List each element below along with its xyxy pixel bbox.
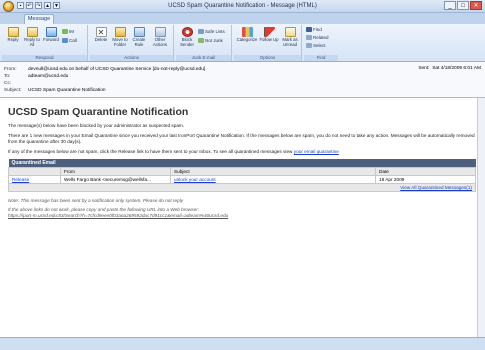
categorize-icon	[241, 27, 253, 37]
message-heading: UCSD Spam Quarantine Notification	[8, 106, 189, 118]
block-sender-button[interactable]: Block Sender	[178, 27, 196, 47]
details-paragraph: There are 1 new messages in your Email Q…	[8, 133, 475, 144]
other-actions-button[interactable]: Other Actions	[149, 27, 171, 47]
sent-row: Sent: Sat 4/18/2009 6:01 AM	[418, 66, 481, 71]
related-icon	[306, 35, 312, 41]
reply-icon	[7, 27, 19, 37]
table-caption: Quarantined Email	[8, 159, 476, 168]
group-label-actions: Actions	[90, 55, 173, 61]
quarantine-url-link[interactable]: https://iport-m.ucsd.edu:83/Search?h=7cf…	[8, 213, 476, 219]
delete-icon: ✕	[95, 27, 107, 37]
not-junk-icon	[198, 38, 204, 44]
reply-all-button[interactable]: Reply to All	[23, 27, 41, 47]
quarantine-link[interactable]: your email quarantine	[294, 149, 339, 154]
column-header-subject: Subject	[170, 167, 376, 176]
message-body: UCSD Spam Quarantine Notification The me…	[0, 98, 485, 337]
ribbon: Reply Reply to All Forward IM Call Respo…	[0, 24, 485, 62]
forward-icon	[45, 27, 57, 37]
quarantine-table: Quarantined Email From Subject Date Rele…	[8, 159, 476, 192]
call-icon	[62, 38, 68, 44]
tab-message[interactable]: Message	[24, 14, 54, 24]
vertical-scrollbar[interactable]	[477, 98, 485, 337]
title-bar: ▪ ↶ ↷ ▲ ▼ UCSD Spam Quarantine Notificat…	[0, 0, 485, 13]
subject-row: Subject: UCSD Spam Quarantine Notificatio…	[4, 88, 106, 93]
reply-button[interactable]: Reply	[4, 27, 22, 43]
envelope-icon	[284, 27, 296, 37]
table-row: Release Wells Fargo Bank <securemsg@well…	[8, 175, 476, 184]
junk-group: Block Sender Safe Lists Not Junk Junk E-…	[176, 25, 232, 61]
binoculars-icon	[306, 27, 312, 33]
safe-lists-icon	[198, 29, 204, 35]
find-group: Find Related Select Find	[304, 25, 338, 61]
intro-paragraph: The message(s) below have been blocked b…	[8, 123, 185, 128]
im-icon	[62, 29, 68, 35]
actions-group: ✕ Delete Move to Folder Create Rule Othe…	[90, 25, 174, 61]
respond-group: Reply Reply to All Forward IM Call Respo…	[2, 25, 88, 61]
ribbon-tabs: Message	[0, 13, 485, 24]
row-date: 18 Apr 2009	[375, 175, 476, 184]
subject-value: UCSD Spam Quarantine Notification	[28, 88, 106, 93]
group-label-respond: Respond	[2, 55, 87, 61]
mark-unread-button[interactable]: Mark as Unread	[280, 27, 300, 47]
row-from: Wells Fargo Bank <securemsg@wellsfa...	[60, 175, 171, 184]
to-row: To: adteam@ucsd.edu	[4, 74, 69, 79]
status-bar	[0, 337, 485, 350]
group-label-junk: Junk E-mail	[176, 55, 231, 61]
sent-value: Sat 4/18/2009 6:01 AM	[432, 66, 481, 71]
categorize-button[interactable]: Categorize	[236, 27, 258, 43]
create-rule-button[interactable]: Create Rule	[130, 27, 148, 47]
from-row: From: devnull@ucsd.edu on behalf of UCSD …	[4, 67, 206, 72]
flag-icon	[263, 27, 275, 37]
close-button[interactable]: ✕	[470, 1, 482, 10]
column-header-date: Date	[375, 167, 476, 176]
move-to-folder-button[interactable]: Move to Folder	[111, 27, 129, 47]
message-header: From: devnull@ucsd.edu on behalf of UCSD …	[0, 62, 485, 98]
column-header-action	[8, 167, 61, 176]
minimize-button[interactable]: _	[444, 1, 456, 10]
window-title: UCSD Spam Quarantine Notification - Mess…	[168, 3, 317, 9]
related-button[interactable]: Related	[306, 34, 329, 41]
from-value[interactable]: devnull@ucsd.edu on behalf of UCSD Quara…	[28, 67, 205, 72]
row-subject-link[interactable]: unlock your account	[174, 177, 216, 182]
forward-button[interactable]: Forward	[42, 27, 60, 43]
block-sender-icon	[181, 27, 193, 37]
call-button[interactable]: Call	[62, 37, 77, 44]
im-button[interactable]: IM	[62, 28, 74, 35]
reply-all-icon	[26, 27, 38, 37]
release-paragraph: If any of the messages below are not spa…	[8, 149, 339, 154]
other-actions-icon	[154, 27, 166, 37]
safe-lists-button[interactable]: Safe Lists	[198, 28, 225, 35]
to-value[interactable]: adteam@ucsd.edu	[28, 74, 68, 79]
maximize-button[interactable]: □	[457, 1, 469, 10]
group-label-options: Options	[234, 55, 301, 61]
cc-row: Cc:	[4, 81, 12, 86]
delete-button[interactable]: ✕ Delete	[92, 27, 110, 43]
options-group: Categorize Follow Up Mark as Unread Opti…	[234, 25, 302, 61]
folder-icon	[114, 27, 126, 37]
rule-icon	[133, 27, 145, 37]
release-link[interactable]: Release	[12, 177, 29, 182]
group-label-find: Find	[304, 55, 338, 61]
not-junk-button[interactable]: Not Junk	[198, 37, 223, 44]
table-header-row: From Subject Date	[8, 167, 476, 176]
column-header-from: From	[60, 167, 171, 176]
view-all-link[interactable]: View All Quarantined Messages(1)	[400, 185, 472, 190]
follow-up-button[interactable]: Follow Up	[259, 27, 279, 43]
select-icon	[306, 43, 312, 49]
find-button[interactable]: Find	[306, 26, 322, 33]
select-button[interactable]: Select	[306, 42, 326, 49]
